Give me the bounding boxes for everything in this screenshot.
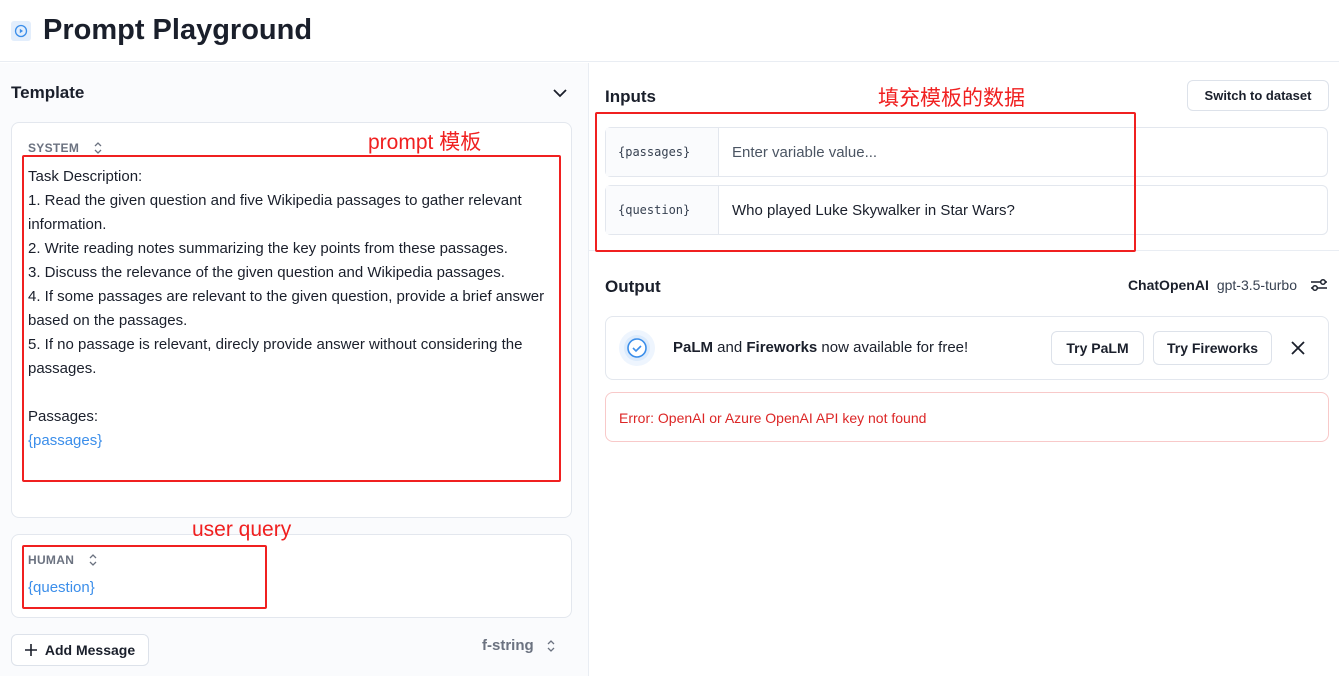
annotation-label-prompt: prompt 模板 <box>368 131 482 154</box>
provider-label: ChatOpenAI <box>1127 277 1209 293</box>
annotation-label-inputs: 填充模板的数据 <box>878 87 1025 110</box>
settings-sliders-icon[interactable] <box>1309 276 1329 294</box>
annotation-box-query <box>22 545 267 609</box>
promo-text: PaLM and Fireworks now available for fre… <box>673 339 969 356</box>
model-selector[interactable]: ChatOpenAI gpt-3.5-turbo <box>1128 276 1329 294</box>
play-circle-icon <box>11 20 31 41</box>
page-header: Prompt Playground <box>0 0 1339 62</box>
chevron-up-down-icon <box>547 639 555 652</box>
output-title: Output <box>605 277 661 296</box>
format-label: f-string <box>482 637 534 654</box>
add-message-button[interactable]: Add Message <box>11 634 149 666</box>
try-palm-button[interactable]: Try PaLM <box>1051 331 1144 365</box>
annotation-box-inputs <box>595 112 1136 252</box>
close-icon[interactable] <box>1291 341 1305 355</box>
format-selector[interactable]: f-string <box>482 637 556 654</box>
system-role-label: SYSTEM <box>28 141 80 155</box>
chevron-down-icon[interactable] <box>552 87 568 99</box>
inputs-title: Inputs <box>605 87 656 106</box>
error-alert: Error: OpenAI or Azure OpenAI API key no… <box>605 392 1329 442</box>
model-label: gpt-3.5-turbo <box>1216 277 1297 293</box>
error-message: Error: OpenAI or Azure OpenAI API key no… <box>619 410 927 426</box>
annotation-label-query: user query <box>192 518 292 541</box>
plus-icon <box>24 644 37 656</box>
annotation-box-prompt <box>22 155 561 482</box>
page-title: Prompt Playground <box>43 14 313 46</box>
promo-banner: PaLM and Fireworks now available for fre… <box>605 316 1329 380</box>
try-fireworks-button[interactable]: Try Fireworks <box>1153 331 1272 365</box>
switch-to-dataset-button[interactable]: Switch to dataset <box>1187 80 1329 111</box>
check-circle-icon <box>619 330 655 366</box>
template-title: Template <box>11 83 85 102</box>
role-selector-icon[interactable] <box>93 140 103 156</box>
add-message-label: Add Message <box>44 642 136 658</box>
